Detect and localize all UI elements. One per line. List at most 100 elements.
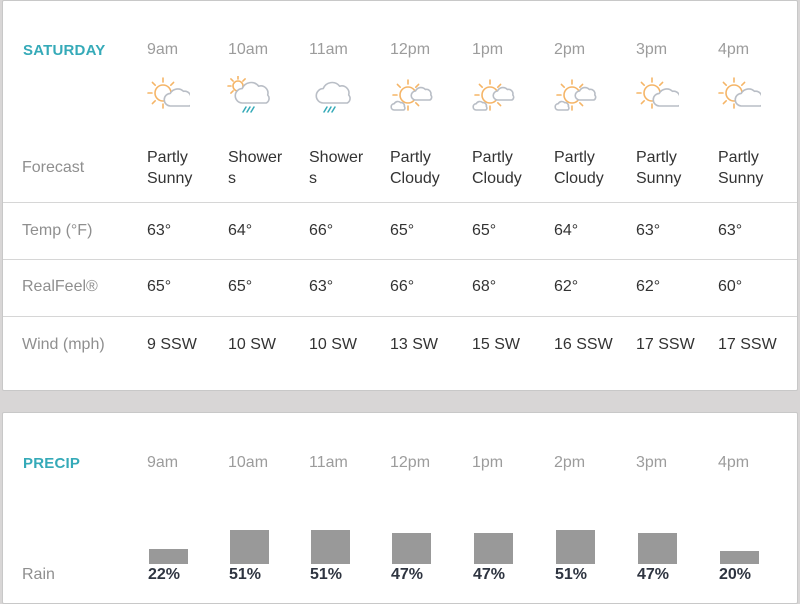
rain-percent: 47% — [391, 566, 424, 583]
forecast-condition: Partly Cloudy — [390, 147, 440, 189]
showers-icon — [308, 76, 352, 116]
realfeel-value: 62° — [636, 278, 661, 295]
partly-cloudy-icon — [553, 76, 597, 116]
temp-value: 66° — [309, 222, 334, 239]
realfeel-value: 62° — [554, 278, 579, 295]
precip-hour-label: 4pm — [718, 454, 750, 471]
precip-hour-label: 12pm — [390, 454, 431, 471]
condition-line: Shower — [228, 149, 283, 166]
showers-sun-icon — [227, 75, 271, 116]
condition-line: Partly — [390, 149, 431, 166]
rain-percent: 51% — [229, 566, 262, 583]
rain-percent: 22% — [148, 566, 181, 583]
hour-label: 12pm — [390, 41, 431, 58]
condition-line: Partly — [472, 149, 513, 166]
rain-bar — [230, 530, 269, 564]
rain-bar — [311, 530, 350, 564]
realfeel-value: 66° — [390, 278, 415, 295]
wind-value: 16 SSW — [554, 336, 613, 353]
forecast-condition: Shower s — [309, 147, 363, 189]
condition-line: Cloudy — [390, 170, 440, 187]
divider — [3, 316, 797, 317]
divider — [3, 259, 797, 260]
hour-label: 1pm — [472, 41, 504, 58]
condition-line: s — [309, 170, 317, 187]
rain-bar — [392, 533, 431, 564]
rain-row-label: Rain — [22, 566, 55, 583]
divider — [3, 202, 797, 203]
temp-value: 63° — [147, 222, 172, 239]
precip-title: PRECIP — [23, 455, 81, 472]
rain-bar — [720, 551, 759, 564]
precip-hour-label: 11am — [309, 454, 348, 471]
hour-label: 2pm — [554, 41, 586, 58]
condition-line: s — [228, 170, 236, 187]
temp-value: 64° — [554, 222, 579, 239]
precip-card: PRECIP 9am 10am 11am 12pm 1pm 2pm 3pm 4pm 22% 51… — [2, 412, 798, 604]
rain-percent: 47% — [637, 566, 670, 583]
temp-value: 63° — [718, 222, 743, 239]
wind-value: 9 SSW — [147, 336, 197, 353]
precip-hour-label: 10am — [228, 454, 269, 471]
condition-line: Cloudy — [472, 170, 522, 187]
wind-value: 17 SSW — [636, 336, 695, 353]
partly-sunny-icon — [717, 76, 764, 116]
precip-hour-label: 3pm — [636, 454, 668, 471]
wind-value: 10 SW — [309, 336, 358, 353]
forecast-condition: Shower s — [228, 147, 282, 189]
rain-bar — [149, 549, 188, 564]
temp-value: 65° — [472, 222, 497, 239]
temp-value: 65° — [390, 222, 415, 239]
realfeel-value: 65° — [147, 278, 172, 295]
precip-hour-label: 1pm — [472, 454, 504, 471]
partly-cloudy-icon — [471, 76, 515, 116]
wind-value: 13 SW — [390, 336, 439, 353]
condition-line: Cloudy — [554, 170, 604, 187]
forecast-condition: Partly Cloudy — [472, 147, 522, 189]
condition-line: Partly — [718, 149, 759, 166]
rain-percent: 51% — [555, 566, 588, 583]
precip-hour-label: 9am — [147, 454, 179, 471]
hour-label: 4pm — [718, 41, 750, 58]
temp-value: 63° — [636, 222, 661, 239]
forecast-condition: Partly Sunny — [147, 147, 192, 189]
condition-line: Partly — [636, 149, 677, 166]
forecast-row-label: Forecast — [22, 159, 85, 176]
hour-label: 10am — [228, 41, 269, 58]
rain-bar — [638, 533, 677, 564]
forecast-condition: Partly Cloudy — [554, 147, 604, 189]
wind-value: 15 SW — [472, 336, 521, 353]
hour-label: 11am — [309, 41, 348, 58]
temp-value: 64° — [228, 222, 253, 239]
realfeel-value: 68° — [472, 278, 497, 295]
forecast-condition: Partly Sunny — [718, 147, 763, 189]
hour-label: 3pm — [636, 41, 668, 58]
realfeel-row-label: RealFeel® — [22, 278, 98, 295]
condition-line: Sunny — [636, 170, 682, 187]
partly-sunny-icon — [146, 76, 193, 116]
condition-line: Sunny — [718, 170, 764, 187]
realfeel-value: 65° — [228, 278, 253, 295]
rain-bar — [556, 530, 595, 564]
condition-line: Shower — [309, 149, 364, 166]
realfeel-value: 63° — [309, 278, 334, 295]
wind-value: 10 SW — [228, 336, 277, 353]
condition-line: Partly — [554, 149, 595, 166]
day-title: SATURDAY — [23, 42, 106, 59]
hour-label: 9am — [147, 41, 179, 58]
hourly-forecast-card: SATURDAY 9am 10am 11am 12pm 1pm 2pm 3pm 4pm For… — [2, 0, 798, 391]
realfeel-value: 60° — [718, 278, 743, 295]
wind-value: 17 SSW — [718, 336, 777, 353]
partly-sunny-icon — [635, 76, 682, 116]
rain-percent: 20% — [719, 566, 752, 583]
forecast-condition: Partly Sunny — [636, 147, 681, 189]
condition-line: Sunny — [147, 170, 193, 187]
partly-cloudy-icon — [389, 76, 433, 116]
rain-percent: 47% — [473, 566, 506, 583]
rain-percent: 51% — [310, 566, 343, 583]
wind-row-label: Wind (mph) — [22, 336, 105, 353]
temp-row-label: Temp (°F) — [22, 222, 93, 239]
condition-line: Partly — [147, 149, 188, 166]
precip-hour-label: 2pm — [554, 454, 586, 471]
rain-bar — [474, 533, 513, 564]
